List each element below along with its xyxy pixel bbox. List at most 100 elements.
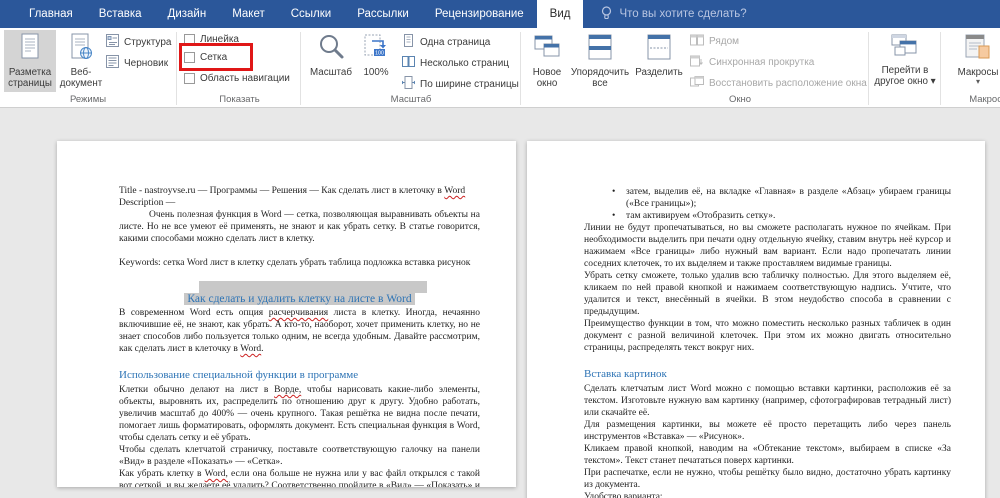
split-label: Разделить	[635, 67, 682, 78]
view-side-by-side-label: Рядом	[709, 36, 739, 47]
tab-home[interactable]: Главная	[16, 0, 86, 28]
tab-references[interactable]: Ссылки	[278, 0, 345, 28]
macros-button[interactable]: Макросы ▾	[948, 30, 1000, 92]
sync-scroll-icon	[690, 55, 704, 70]
tell-me-search[interactable]: Что вы хотите сделать?	[583, 0, 746, 28]
document-page-1[interactable]: Title - nastroyvse.ru — Программы — Реше…	[57, 141, 516, 487]
print-layout-label: Разметка страницы	[4, 67, 56, 89]
svg-text:100: 100	[375, 51, 384, 57]
sync-scroll-label: Синхронная прокрутка	[709, 57, 814, 68]
paragraph: При распечатке, если не нужно, чтобы реш…	[584, 467, 951, 491]
spellcheck-word: расчерчивания	[269, 308, 328, 318]
document-page-2[interactable]: затем, выделив её, на вкладке «Главная» …	[527, 141, 985, 498]
tab-design[interactable]: Дизайн	[155, 0, 220, 28]
one-page-button[interactable]: Одна страница	[402, 34, 490, 50]
group-divider	[868, 32, 869, 105]
navigation-pane-checkbox-box[interactable]	[184, 73, 195, 84]
page-width-icon	[402, 76, 415, 92]
grid-highlight-annotation	[179, 43, 253, 71]
tab-view[interactable]: Вид	[537, 0, 584, 28]
group-divider	[300, 32, 301, 105]
page-width-label: По ширине страницы	[420, 79, 519, 90]
web-layout-icon	[69, 33, 93, 64]
multiple-pages-button[interactable]: Несколько страниц	[402, 55, 509, 71]
paragraph: Чтобы сделать клетчатой страничку, поста…	[119, 444, 480, 468]
document-area: Title - nastroyvse.ru — Программы — Реше…	[0, 108, 1000, 498]
page-width-button[interactable]: По ширине страницы	[402, 76, 519, 92]
tab-mailings[interactable]: Рассылки	[344, 0, 422, 28]
switch-windows-label: Перейти в другое окно ▾	[872, 65, 938, 87]
split-icon	[645, 33, 673, 64]
navigation-pane-label: Область навигации	[200, 73, 290, 84]
navigation-pane-checkbox[interactable]: Область навигации	[184, 73, 290, 84]
new-window-icon	[532, 33, 562, 64]
bullet-item: там активируем «Отобразить сетку».	[584, 210, 951, 222]
doc-heading-1: Как сделать и удалить клетку на листе в …	[119, 293, 480, 305]
draft-view-label: Черновик	[124, 58, 168, 69]
split-button[interactable]: Разделить	[634, 30, 684, 92]
multiple-pages-label: Несколько страниц	[420, 58, 509, 69]
draft-view-icon	[106, 55, 119, 71]
arrange-all-label: Упорядочить все	[568, 67, 632, 89]
macros-group-label: Макросы	[944, 94, 1000, 105]
group-divider	[176, 32, 177, 105]
new-window-button[interactable]: Новое окно	[524, 30, 570, 92]
zoom-100-button[interactable]: 100 100%	[356, 30, 396, 92]
intro-paragraph: Очень полезная функция в Word — сетка, п…	[119, 209, 480, 245]
arrange-all-icon	[586, 33, 614, 64]
zoom-magnifier-icon	[317, 33, 345, 64]
zoom-button[interactable]: Масштаб	[308, 30, 354, 92]
paragraph: Клетки обычно делают на лист в Ворде, чт…	[119, 384, 480, 444]
paragraph: Убрать сетку сможете, только удалив всю …	[584, 270, 951, 318]
switch-windows-button[interactable]: Перейти в другое окно ▾	[872, 30, 938, 92]
new-window-label: Новое окно	[524, 67, 570, 89]
group-divider	[940, 32, 941, 105]
outline-view-label: Структура	[124, 37, 171, 48]
ribbon: Разметка страницы Веб-документ Структура…	[0, 28, 1000, 108]
zoom-label: Масштаб	[310, 67, 352, 78]
tab-insert[interactable]: Вставка	[86, 0, 155, 28]
word-window: Главная Вставка Дизайн Макет Ссылки Расс…	[0, 0, 1000, 498]
web-layout-label: Веб-документ	[58, 67, 104, 89]
paragraph: Линии не будут пропечатываться, но вы см…	[584, 222, 951, 270]
spellcheck-word: Word,	[205, 469, 228, 479]
one-page-icon	[402, 34, 415, 50]
lightbulb-icon	[601, 6, 612, 23]
print-layout-button[interactable]: Разметка страницы	[4, 30, 56, 92]
spellcheck-word: Ворде,	[274, 385, 301, 395]
paragraph: Для размещения картинки, вы можете её пр…	[584, 419, 951, 443]
paragraph: Как убрать клетку в Word, если она больш…	[119, 468, 480, 487]
view-side-by-side-icon	[690, 34, 704, 49]
tab-review[interactable]: Рецензирование	[422, 0, 537, 28]
zoom-100-label: 100%	[363, 67, 388, 78]
draft-view-button[interactable]: Черновик	[106, 55, 168, 71]
paragraph: Кликаем правой кнопкой, наводим на «Обте…	[584, 443, 951, 467]
outline-view-button[interactable]: Структура	[106, 34, 171, 50]
modes-group-label: Режимы	[0, 94, 176, 105]
description-line: Description —	[119, 197, 480, 209]
reset-window-position-label: Восстановить расположение окна	[709, 78, 867, 89]
title-line: Title - nastroyvse.ru — Программы — Реше…	[119, 185, 480, 197]
macros-icon	[963, 33, 993, 64]
switch-windows-icon	[890, 33, 920, 62]
selection-highlight	[199, 281, 427, 293]
macros-dropdown-icon: ▾	[976, 78, 980, 86]
show-group-label: Показать	[179, 94, 300, 105]
reset-window-position-icon	[690, 76, 704, 91]
web-layout-button[interactable]: Веб-документ	[58, 30, 104, 92]
doc-heading-2: Использование специальной функции в прог…	[119, 369, 480, 381]
multiple-pages-icon	[402, 55, 415, 71]
zoom-group-label: Масштаб	[302, 94, 520, 105]
outline-view-icon	[106, 34, 119, 50]
keywords-line: Keywords: сетка Word лист в клетку сдела…	[119, 257, 480, 269]
paragraph: В современном Word есть опция расчерчива…	[119, 307, 480, 355]
tab-layout[interactable]: Макет	[219, 0, 278, 28]
paragraph: Сделать клетчатым лист Word можно с помо…	[584, 383, 951, 419]
zoom-100-icon: 100	[362, 33, 390, 64]
spellcheck-word: Word	[444, 186, 465, 196]
doc-heading-2: Вставка картинок	[584, 368, 951, 380]
reset-window-position-button: Восстановить расположение окна	[690, 76, 867, 91]
paragraph: Преимущество функции в том, что можно по…	[584, 318, 951, 354]
window-group-label: Окно	[620, 94, 860, 105]
arrange-all-button[interactable]: Упорядочить все	[568, 30, 632, 92]
